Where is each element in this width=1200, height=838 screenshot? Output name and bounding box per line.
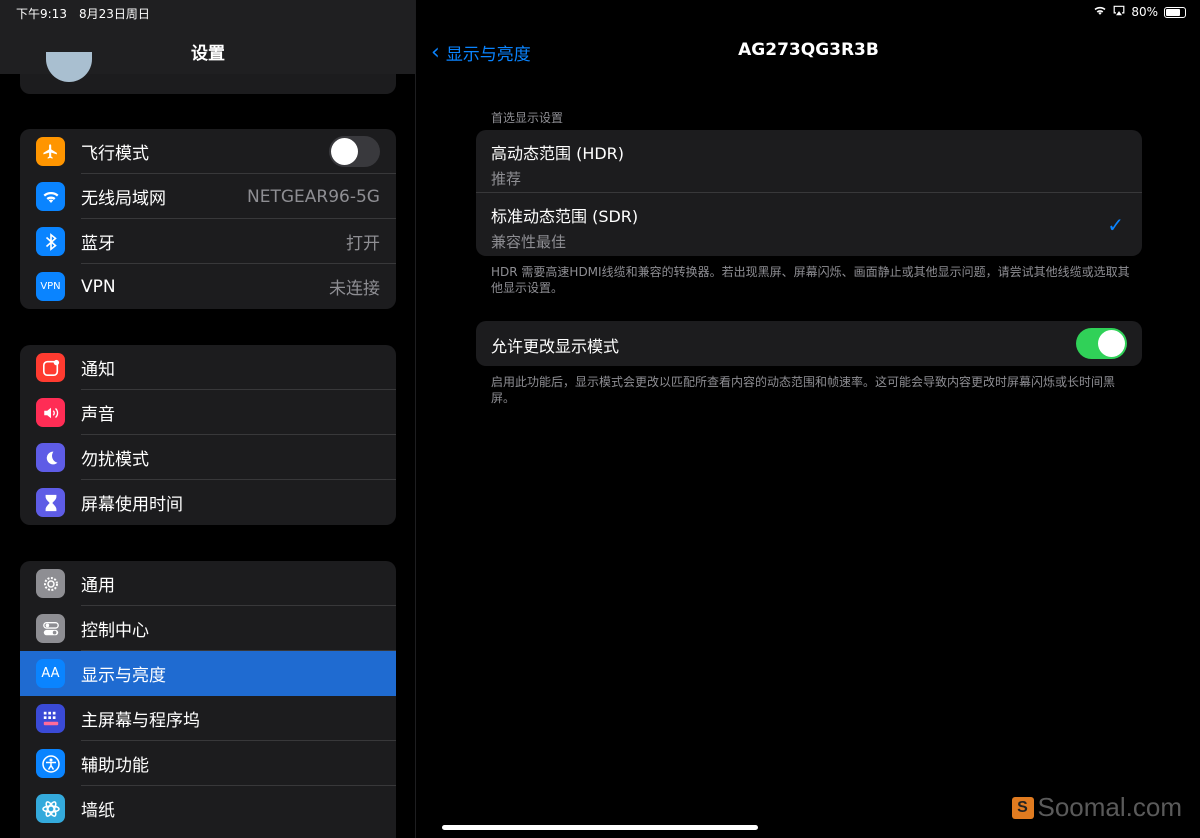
option-sdr[interactable]: 标准动态范围 (SDR) 兼容性最佳 ✓ [476,193,1142,256]
status-bar-right: 80% [1093,5,1186,19]
hourglass-icon [36,488,65,517]
settings-sidebar: 下午9:13 8月23日周日 设置 飞行模式 无线局域网 NETGEAR96-5G… [0,0,416,838]
watermark-logo-icon: S [1011,796,1034,819]
bluetooth-status: 打开 [346,234,380,254]
notification-icon [36,353,65,382]
display-detail-panel: 80% ‹ 显示与亮度 AG273QG3R3B 首选显示设置 高动态范围 (HD… [417,0,1200,838]
sidebar-item-airplane-mode[interactable]: 飞行模式 [20,129,396,174]
battery-level-fill [1166,8,1181,16]
sidebar-item-label: 声音 [81,405,115,425]
page-title: AG273QG3R3B [738,40,879,60]
sidebar-item-vpn[interactable]: VPN VPN 未连接 [20,264,396,309]
sidebar-item-label: 勿扰模式 [81,450,149,470]
home-indicator[interactable] [442,825,758,830]
wallpaper-icon [36,794,65,823]
sidebar-item-label: 墙纸 [81,801,115,821]
settings-group-general: 通用 控制中心 AA 显示与亮度 主屏幕与程序坞 辅助功能 墙纸 [20,561,396,838]
option-title: 高动态范围 (HDR) [491,144,625,163]
sidebar-item-label: VPN [81,276,116,297]
sidebar-item-label: 通知 [81,360,115,380]
sidebar-item-general[interactable]: 通用 [20,561,396,606]
bluetooth-icon [36,227,65,256]
sidebar-item-wallpaper[interactable]: 墙纸 [20,786,396,831]
hdr-footnote: HDR 需要高速HDMI线缆和兼容的转换器。若出现黑屏、屏幕闪烁、画面静止或其他… [491,265,1130,295]
checkmark-icon: ✓ [1107,213,1124,237]
wifi-network-name: NETGEAR96-5G [247,186,380,207]
switches-icon [36,614,65,643]
wifi-status-icon [1093,5,1107,19]
option-subtitle: 兼容性最佳 [491,233,567,251]
watermark-text: Soomal.com [1037,792,1183,822]
sidebar-item-sounds[interactable]: 声音 [20,390,396,435]
display-icon: AA [36,659,65,688]
sidebar-item-label: 控制中心 [81,621,149,641]
toggle-knob [1098,330,1125,357]
sidebar-item-display-brightness[interactable]: AA 显示与亮度 [20,651,396,696]
wifi-icon [36,182,65,211]
sidebar-item-label: 通用 [81,576,115,596]
grid-icon [36,704,65,733]
status-bar-left: 下午9:13 8月23日周日 [16,5,162,22]
mode-change-footnote: 启用此功能后，显示模式会更改以匹配所查看内容的动态范围和帧速率。这可能会导致内容… [491,375,1116,405]
sidebar-item-bluetooth[interactable]: 蓝牙 打开 [20,219,396,264]
apple-id-card[interactable] [20,52,396,94]
sidebar-item-accessibility[interactable]: 辅助功能 [20,741,396,786]
sidebar-item-label: 飞行模式 [81,144,149,164]
vpn-icon: VPN [36,272,65,301]
settings-group-connectivity: 飞行模式 无线局域网 NETGEAR96-5G 蓝牙 打开 VPN VPN 未连… [20,129,396,309]
status-time: 下午9:13 [16,7,67,21]
sidebar-item-label: 无线局域网 [81,189,166,209]
sidebar-item-home-screen-dock[interactable]: 主屏幕与程序坞 [20,696,396,741]
airplane-mode-toggle[interactable] [329,136,380,167]
section-header: 首选显示设置 [491,111,564,125]
sidebar-item-control-center[interactable]: 控制中心 [20,606,396,651]
option-subtitle: 推荐 [491,170,522,188]
sidebar-item-screen-time[interactable]: 屏幕使用时间 [20,480,396,525]
avatar [46,52,92,82]
display-mode-options: 高动态范围 (HDR) 推荐 标准动态范围 (SDR) 兼容性最佳 ✓ [476,130,1142,256]
settings-group-notifications: 通知 声音 勿扰模式 屏幕使用时间 [20,345,396,525]
speaker-icon [36,398,65,427]
airplane-icon [36,137,65,166]
allow-mode-change-toggle[interactable] [1076,328,1127,359]
airplay-icon [1113,5,1125,19]
sidebar-item-label: 蓝牙 [81,234,115,254]
sidebar-item-do-not-disturb[interactable]: 勿扰模式 [20,435,396,480]
accessibility-icon [36,749,65,778]
option-title: 标准动态范围 (SDR) [491,207,639,226]
sidebar-item-label: 显示与亮度 [81,666,166,686]
option-hdr[interactable]: 高动态范围 (HDR) 推荐 [476,130,1142,193]
battery-percent: 80% [1131,5,1158,19]
gear-icon [36,569,65,598]
battery-icon [1164,6,1186,18]
sidebar-item-label: 辅助功能 [81,756,149,776]
watermark: S Soomal.com [1011,792,1183,823]
vpn-status: 未连接 [329,279,380,299]
moon-icon [36,443,65,472]
sidebar-item-notifications[interactable]: 通知 [20,345,396,390]
allow-mode-change-label: 允许更改显示模式 [491,337,620,356]
status-date: 8月23日周日 [78,7,150,21]
sidebar-item-wifi[interactable]: 无线局域网 NETGEAR96-5G [20,174,396,219]
sidebar-item-label: 屏幕使用时间 [81,495,183,515]
allow-mode-change-card: 允许更改显示模式 [476,321,1142,366]
toggle-knob [331,138,358,165]
sidebar-item-label: 主屏幕与程序坞 [81,711,200,731]
